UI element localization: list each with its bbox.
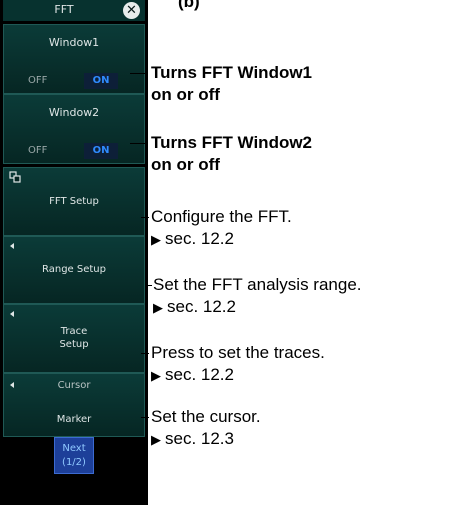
- next-label: Next: [62, 443, 86, 454]
- callout-trace-setup: Press to set the traces. sec. 12.2: [151, 342, 325, 387]
- callout-cursor: Set the cursor. sec. 12.3: [151, 406, 261, 451]
- left-arrow-icon: [10, 243, 14, 249]
- cursor-button[interactable]: Cursor Marker: [3, 373, 145, 437]
- leader-line-trace-setup: [141, 353, 149, 354]
- cursor-label: Cursor: [57, 380, 91, 391]
- trace-setup-button[interactable]: Trace Setup: [3, 304, 145, 373]
- fft-setup-label: FFT Setup: [49, 196, 99, 207]
- fft-setup-button[interactable]: FFT Setup: [3, 167, 145, 236]
- window2-label: Window2: [48, 106, 100, 119]
- leader-line-window1: [130, 73, 148, 74]
- callout-fft-setup: Configure the FFT. sec. 12.2: [151, 206, 292, 251]
- menu-title-bar: FFT ✕: [3, 0, 145, 21]
- close-icon[interactable]: ✕: [123, 2, 140, 19]
- window1-on-option[interactable]: ON: [84, 73, 118, 89]
- figure-caption-fragment: (b): [178, 0, 200, 11]
- leader-line-window2: [130, 143, 148, 144]
- window2-on-option[interactable]: ON: [84, 143, 118, 159]
- trace-setup-label-line1: Trace: [60, 326, 88, 337]
- next-page-button[interactable]: Next (1/2): [54, 437, 94, 474]
- window1-off-option[interactable]: OFF: [28, 75, 47, 86]
- window2-off-option[interactable]: OFF: [28, 145, 47, 156]
- cursor-value: Marker: [56, 414, 92, 425]
- leader-line-range-setup: [146, 285, 152, 286]
- range-setup-button[interactable]: Range Setup: [3, 236, 145, 304]
- window2-toggle[interactable]: Window2 OFF ON: [3, 94, 145, 164]
- leader-line-cursor: [141, 417, 149, 418]
- leader-line-fft-setup: [141, 217, 149, 218]
- next-page-indicator: (1/2): [62, 457, 86, 468]
- fft-menu-panel: FFT ✕ Window1 OFF ON Window2 OFF ON FFT …: [0, 0, 148, 505]
- callout-range-setup: Set the FFT analysis range. sec. 12.2: [153, 274, 362, 319]
- window1-label: Window1: [48, 36, 100, 49]
- callout-window2: Turns FFT Window2 on or off: [151, 133, 313, 174]
- left-arrow-icon: [10, 311, 14, 317]
- range-setup-label: Range Setup: [42, 264, 106, 275]
- trace-setup-label-line2: Setup: [59, 339, 89, 350]
- setup-icon: [9, 171, 21, 183]
- callout-window1: Turns FFT Window1 on or off: [151, 63, 313, 104]
- menu-title: FFT: [54, 3, 74, 16]
- window1-toggle[interactable]: Window1 OFF ON: [3, 24, 145, 94]
